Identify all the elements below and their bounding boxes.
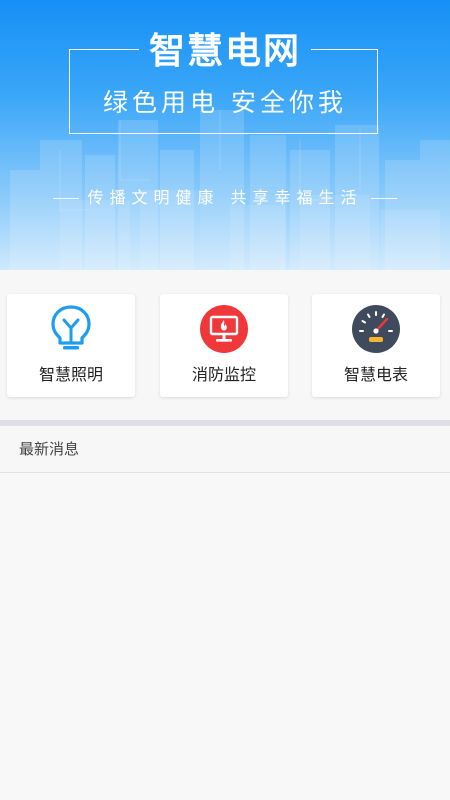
news-list	[0, 473, 450, 800]
card-smart-lighting[interactable]: 智慧照明	[7, 294, 135, 397]
lightbulb-icon	[51, 305, 91, 350]
card-label: 智慧照明	[38, 365, 103, 384]
card-fire-monitoring[interactable]: 消防监控	[160, 294, 288, 397]
speedometer-icon	[352, 305, 400, 353]
news-title: 最新消息	[19, 440, 80, 458]
banner: 智慧电网 绿色用电 安全你我 传播文明健康 共享幸福生活	[0, 0, 450, 270]
banner-title: 智慧电网	[148, 31, 301, 72]
news-section-header: 最新消息	[0, 426, 450, 473]
card-label: 消防监控	[191, 365, 256, 384]
banner-slogan: 传播文明健康 共享幸福生活	[87, 188, 363, 207]
fire-monitor-icon	[200, 305, 248, 353]
slogan-line-left	[53, 197, 80, 199]
card-label: 智慧电表	[343, 365, 408, 384]
slogan-line-right	[370, 197, 397, 199]
quick-access-cards: 智慧照明 消防监控 智慧电表	[0, 270, 450, 420]
slogan-row: 传播文明健康 共享幸福生活	[0, 186, 450, 210]
card-smart-meter[interactable]: 智慧电表	[312, 294, 440, 397]
banner-subtitle: 绿色用电 安全你我	[103, 88, 347, 117]
